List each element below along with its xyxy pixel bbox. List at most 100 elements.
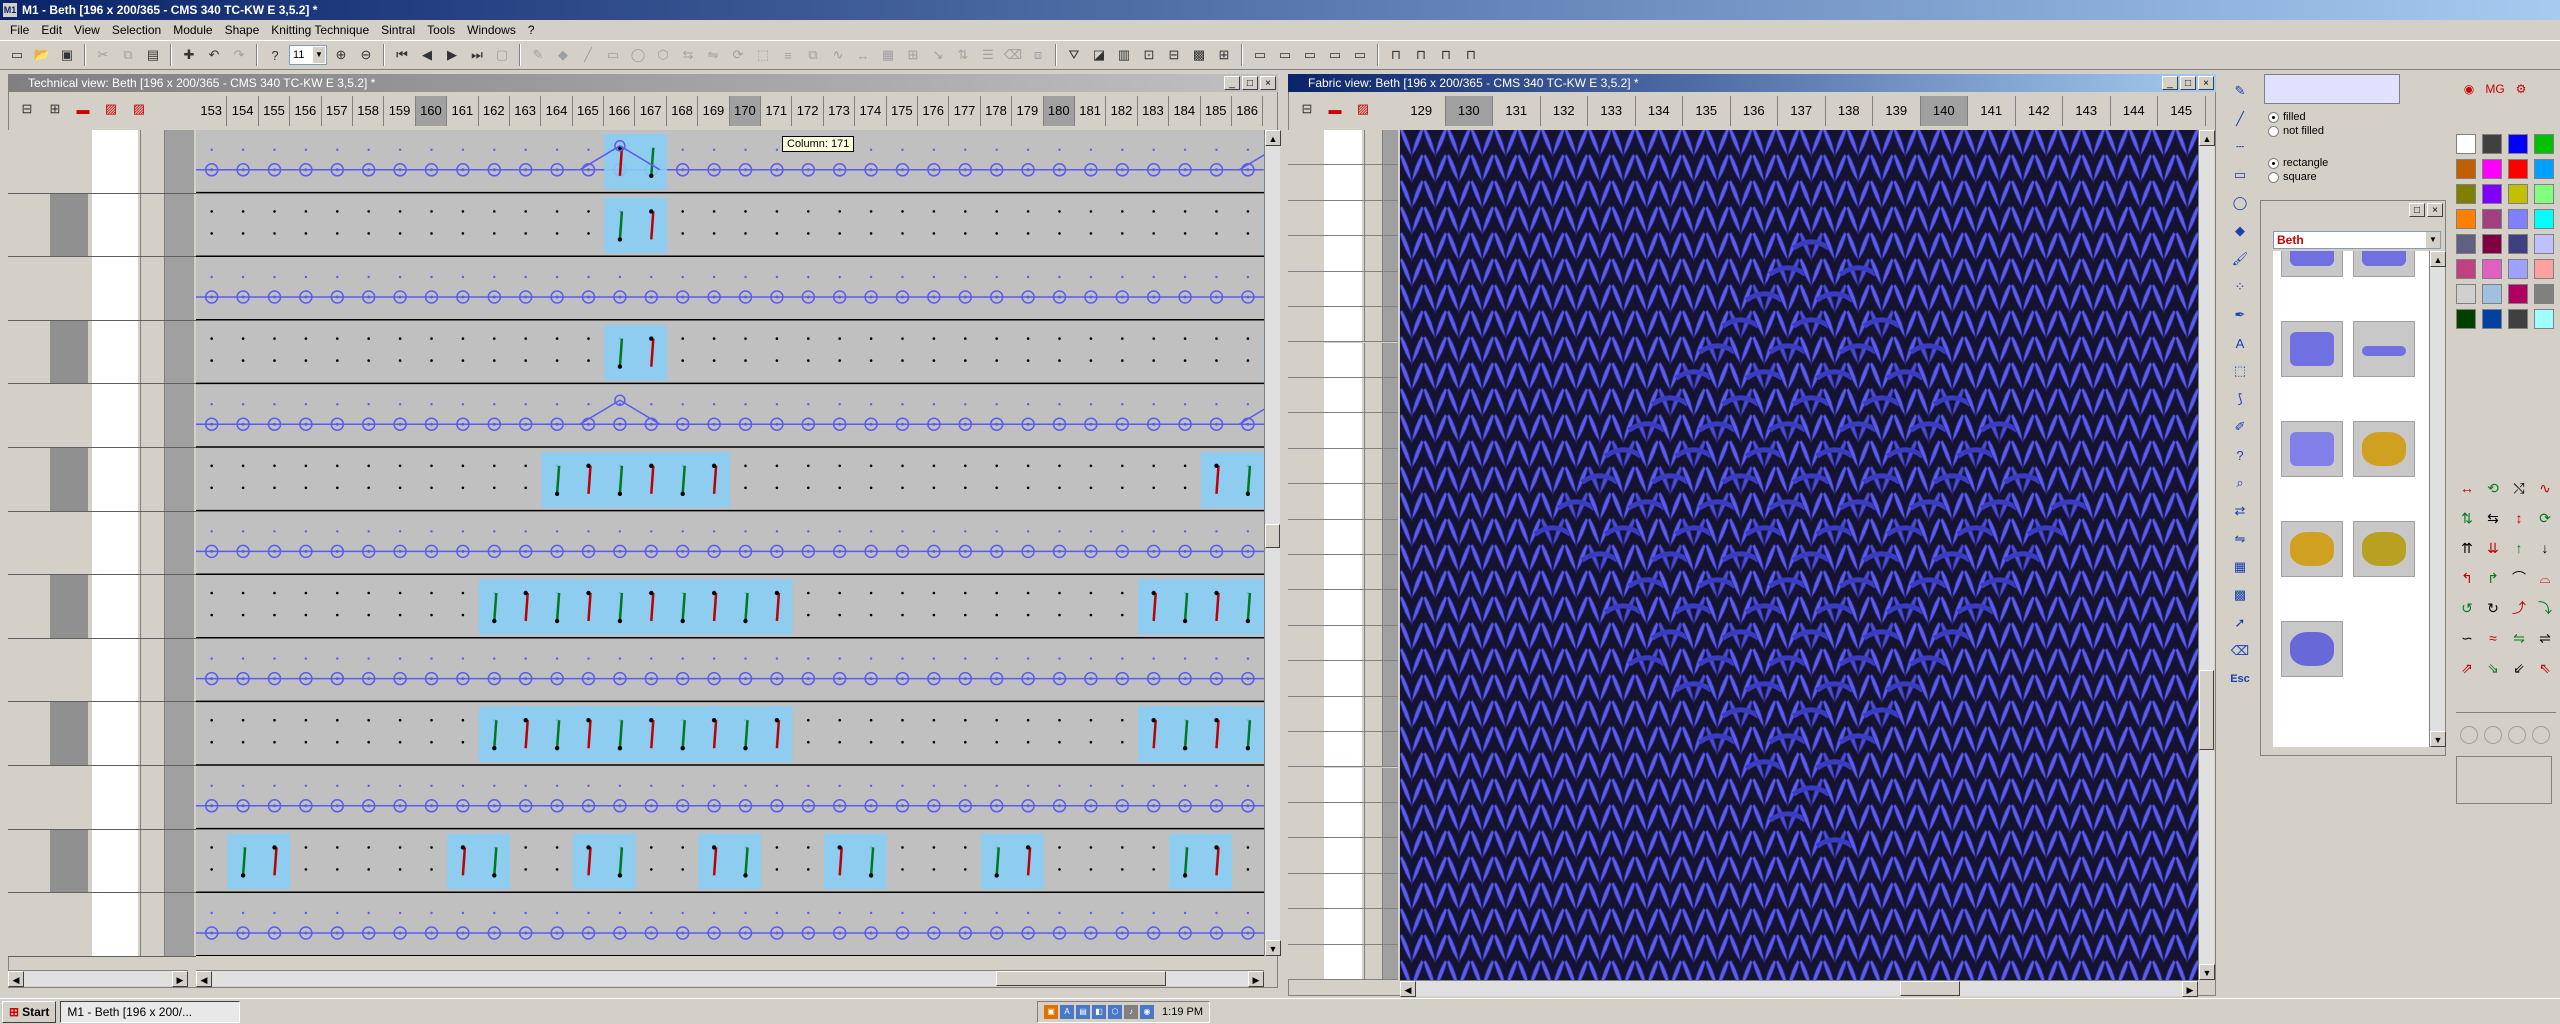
row-number[interactable] — [1288, 377, 1322, 413]
row-number[interactable] — [1288, 802, 1322, 838]
stitch-symbol-icon[interactable]: ⤵ — [2534, 597, 2556, 619]
menu-shape[interactable]: Shape — [219, 23, 266, 37]
stitch-symbol-icon[interactable]: ↓ — [2534, 537, 2556, 559]
row-number[interactable] — [1288, 484, 1322, 519]
row-flag[interactable] — [1364, 625, 1380, 661]
technical-vertical-scrollbar[interactable]: ▲ ▼ — [1264, 130, 1281, 956]
first-icon[interactable]: ⏮ — [391, 44, 413, 66]
row-flag[interactable] — [140, 320, 162, 384]
row-flag[interactable] — [164, 130, 194, 193]
row-flag[interactable] — [140, 893, 162, 956]
row-header[interactable] — [1288, 909, 1398, 945]
library-select[interactable]: Beth ▼ — [2273, 231, 2441, 249]
module-icon[interactable]: ▦ — [2229, 556, 2251, 578]
row-flag[interactable] — [1382, 307, 1398, 342]
row-number[interactable] — [1288, 767, 1322, 802]
row-header[interactable] — [1288, 271, 1398, 308]
row-number[interactable] — [1288, 342, 1322, 377]
column-number[interactable]: 153 — [196, 96, 228, 126]
row-number[interactable] — [1288, 909, 1322, 944]
row-flag[interactable] — [164, 829, 194, 893]
machine-icon[interactable]: ▬ — [1324, 98, 1346, 120]
stretch-tool-icon[interactable]: ↔ — [852, 44, 874, 66]
stitch-symbol-icon[interactable]: ⇋ — [2508, 627, 2530, 649]
color-swatch[interactable] — [2456, 184, 2476, 204]
color-swatch[interactable] — [2482, 284, 2502, 304]
column-number[interactable]: 158 — [352, 96, 385, 126]
column-number[interactable]: 168 — [666, 96, 699, 126]
row-number[interactable] — [1288, 944, 1322, 979]
menu-?[interactable]: ? — [522, 23, 541, 37]
arrow-icon[interactable]: ➚ — [2229, 612, 2251, 634]
row-header[interactable] — [1288, 307, 1398, 343]
row-header[interactable] — [1288, 661, 1398, 697]
row-header[interactable] — [1288, 413, 1398, 449]
row-number[interactable] — [1288, 873, 1322, 909]
paste-icon[interactable]: ▤ — [142, 44, 164, 66]
row-flag[interactable] — [140, 130, 162, 193]
menu-view[interactable]: View — [68, 23, 106, 37]
grid-tool-icon[interactable]: ▦ — [877, 44, 899, 66]
color-swatch[interactable] — [2534, 209, 2554, 229]
row-flag[interactable] — [1364, 484, 1380, 519]
scroll-right-arrow[interactable]: ▶ — [172, 971, 188, 987]
row-flag[interactable] — [1364, 377, 1380, 413]
system-number[interactable] — [50, 893, 88, 956]
row-header[interactable] — [1288, 696, 1398, 733]
row-header[interactable] — [8, 638, 196, 703]
row-flag[interactable] — [1364, 767, 1380, 802]
color-swatch[interactable] — [2456, 284, 2476, 304]
column-number[interactable]: 185 — [1200, 96, 1232, 126]
color-swatch[interactable] — [2482, 259, 2502, 279]
color-swatch[interactable] — [2508, 284, 2528, 304]
row-header[interactable] — [1288, 448, 1398, 485]
column-number[interactable]: 132 — [1540, 96, 1588, 126]
brush-icon[interactable]: 🖌 — [2229, 248, 2251, 270]
row-header[interactable] — [1288, 519, 1398, 555]
stitch-symbol-icon[interactable]: ⇘ — [2482, 657, 2504, 679]
menu-tools[interactable]: Tools — [421, 23, 461, 37]
library-item[interactable] — [2351, 321, 2417, 379]
stitch-symbol-icon[interactable]: ⤴ — [2508, 597, 2530, 619]
row-flag[interactable] — [1382, 165, 1398, 200]
ellipse-tool-icon[interactable]: ◯ — [627, 44, 649, 66]
color-swatch[interactable] — [2482, 234, 2502, 254]
row-flag[interactable] — [140, 638, 162, 702]
color-palette-icon[interactable]: ◉ — [2458, 78, 2480, 100]
panel-restore-button[interactable]: □ — [2409, 203, 2425, 217]
color-swatch[interactable] — [2534, 259, 2554, 279]
option-circle-icon[interactable] — [2460, 726, 2478, 744]
system-number[interactable] — [50, 448, 88, 511]
row-header[interactable] — [8, 193, 196, 258]
scroll-thumb[interactable] — [1265, 524, 1280, 548]
row-flag[interactable] — [164, 257, 194, 320]
hatch-alt-icon[interactable]: ▨ — [128, 98, 150, 120]
zoom-in-icon[interactable]: ⊕ — [330, 44, 352, 66]
column-number[interactable]: 159 — [384, 96, 416, 126]
scroll-thumb[interactable] — [2199, 670, 2214, 750]
row-flag[interactable] — [1364, 873, 1380, 909]
scroll-left-arrow[interactable]: ◀ — [8, 971, 24, 987]
row-header[interactable] — [1288, 590, 1398, 626]
library-scrollbar[interactable]: ▲ ▼ — [2429, 251, 2446, 747]
column-number[interactable]: 135 — [1683, 96, 1731, 126]
column-number[interactable]: 160 — [415, 96, 448, 126]
minimize-button[interactable]: _ — [1224, 76, 1240, 90]
mirror-tool-icon[interactable]: ⇋ — [702, 44, 724, 66]
text-icon[interactable]: A — [2229, 332, 2251, 354]
row-header[interactable] — [1288, 165, 1398, 201]
grid-icon[interactable]: ⊞ — [44, 98, 66, 120]
tray-icon[interactable]: ⬡ — [1108, 1005, 1123, 1019]
stitch-symbol-icon[interactable]: ⤭ — [2508, 477, 2530, 499]
move-tool-icon[interactable]: ⇆ — [677, 44, 699, 66]
row-header[interactable] — [8, 829, 196, 894]
window-icon-5[interactable]: ▭ — [1349, 44, 1371, 66]
hatch-icon[interactable]: ▨ — [1352, 98, 1374, 120]
column-number[interactable]: 163 — [509, 96, 542, 126]
square-option[interactable]: square — [2268, 170, 2328, 184]
row-header[interactable] — [1288, 555, 1398, 591]
color-swatch[interactable] — [2534, 234, 2554, 254]
color-swatch[interactable] — [2482, 184, 2502, 204]
menu-selection[interactable]: Selection — [106, 23, 167, 37]
stitch-symbol-icon[interactable]: ≈ — [2482, 627, 2504, 649]
